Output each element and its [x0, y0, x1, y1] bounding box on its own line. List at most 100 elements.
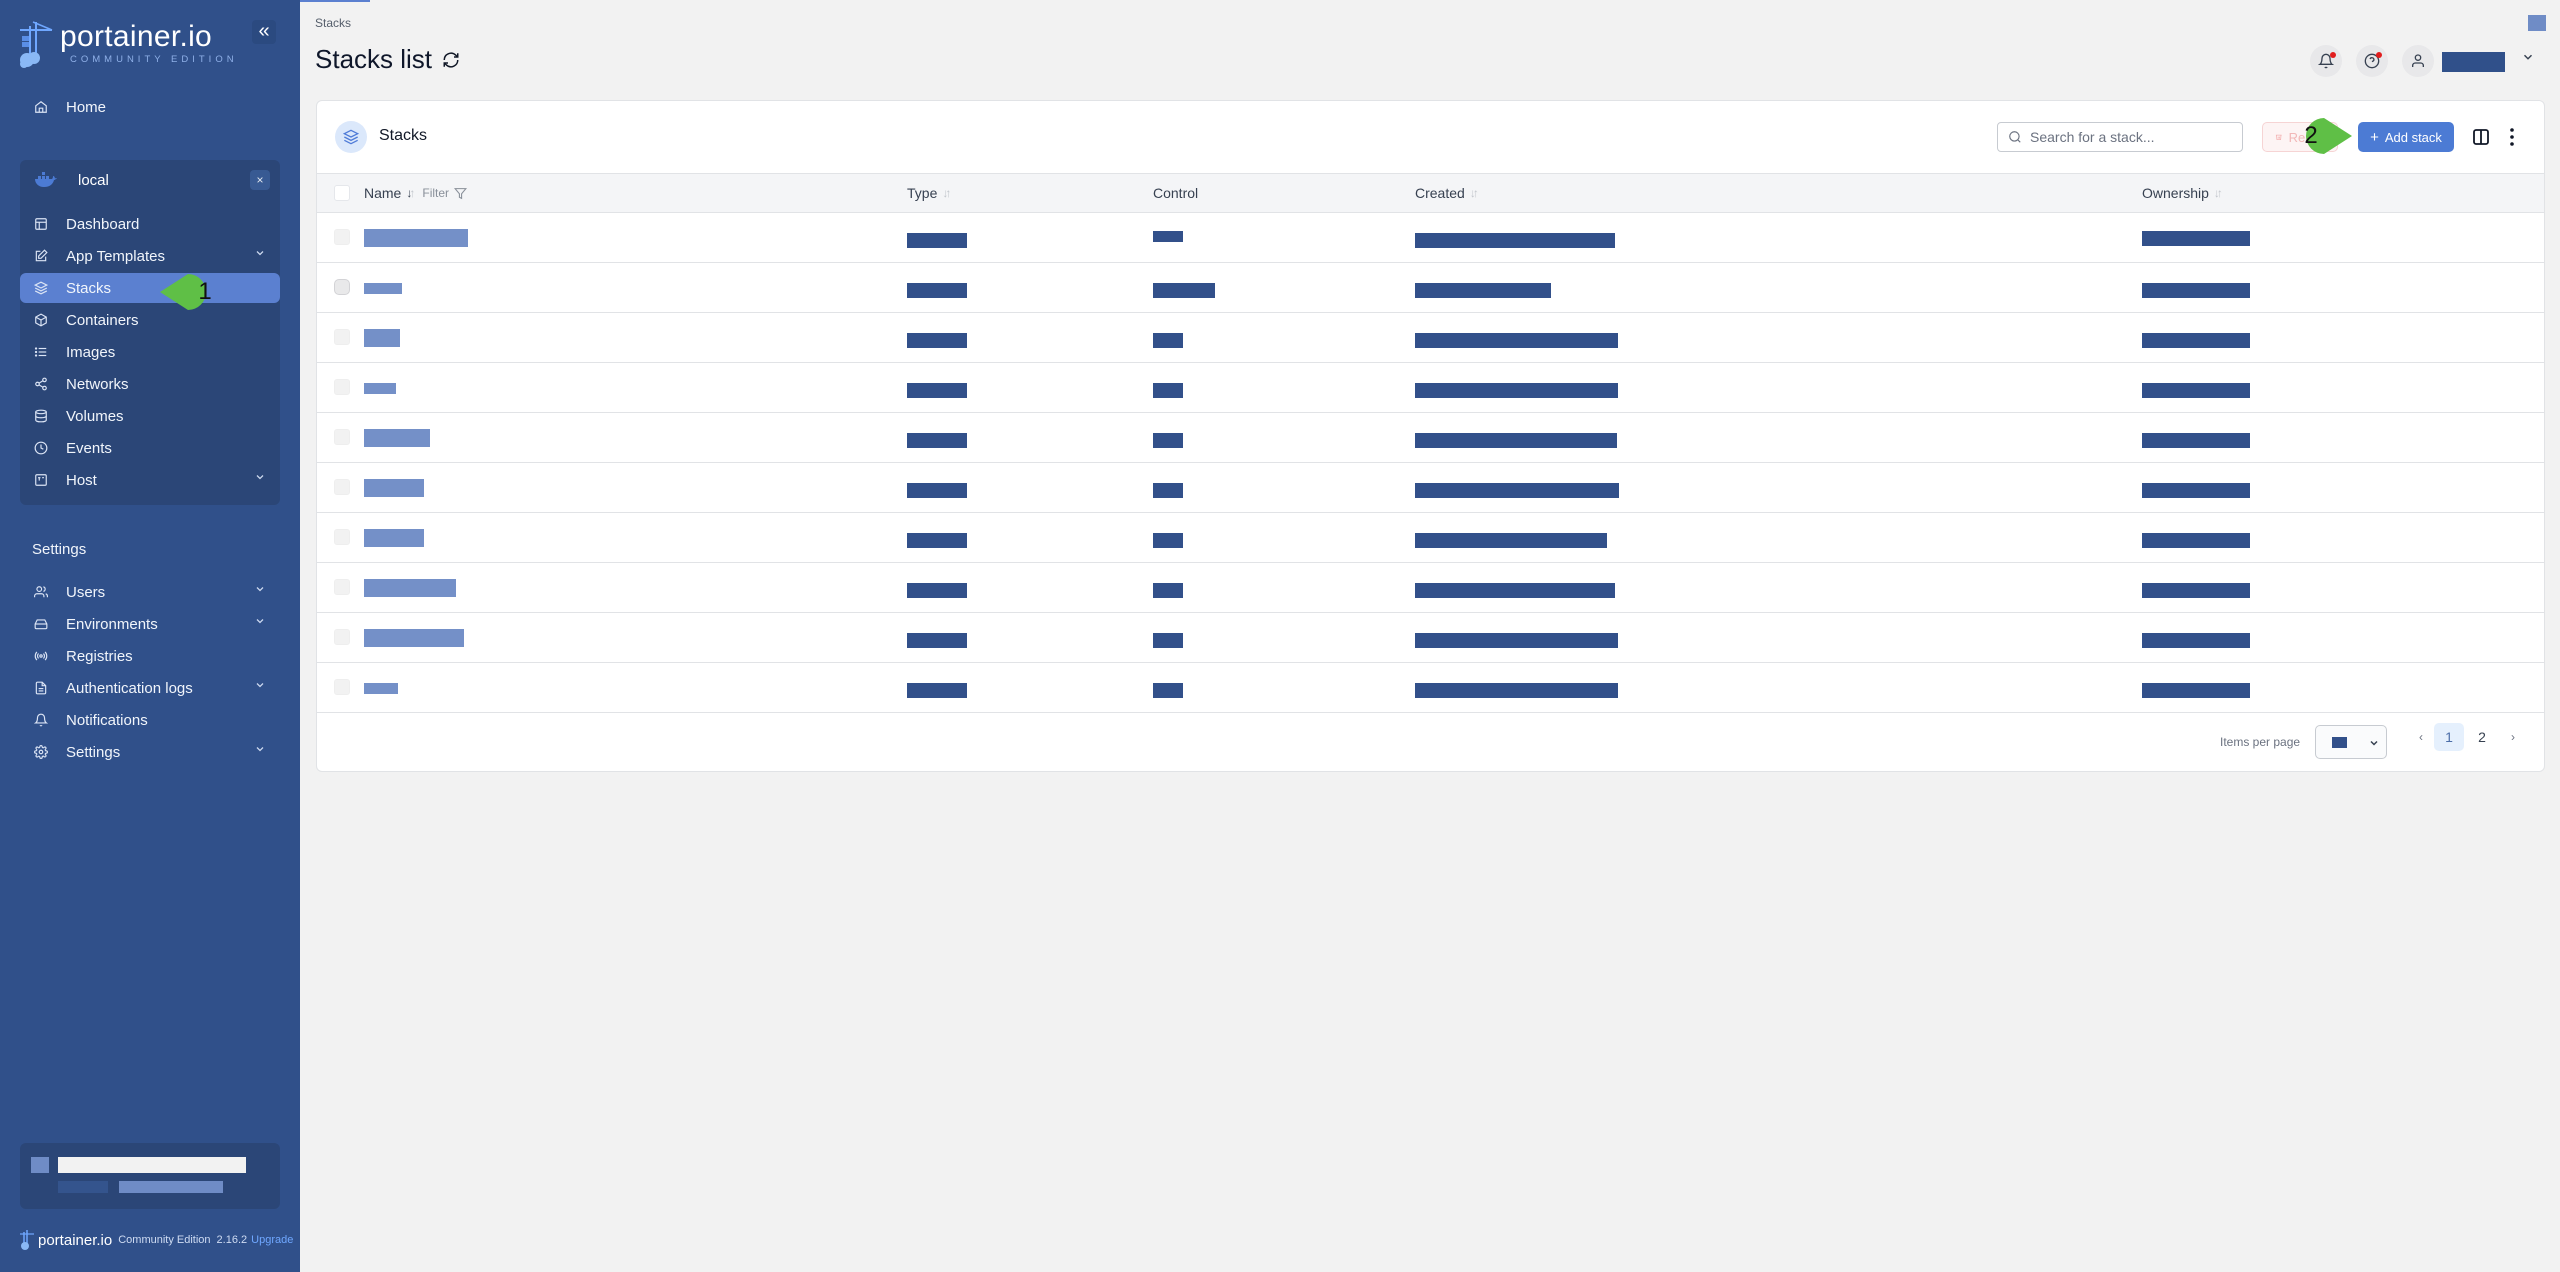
row-checkbox[interactable]: [334, 279, 350, 295]
chevron-down-icon[interactable]: [2521, 50, 2535, 64]
search-box[interactable]: [1997, 122, 2243, 152]
table-row[interactable]: [317, 663, 2544, 713]
add-stack-button[interactable]: + Add stack: [2358, 122, 2454, 152]
sidebar-item-label: Stacks: [66, 279, 112, 297]
sidebar-footer: portainer.io Community Edition 2.16.2 Up…: [20, 1230, 293, 1250]
bell-icon: [32, 711, 50, 729]
users-icon: [32, 583, 50, 601]
search-input[interactable]: [2030, 129, 2230, 145]
table-row[interactable]: [317, 513, 2544, 563]
stack-control-value: [1153, 533, 1183, 548]
help-button[interactable]: [2356, 45, 2388, 77]
sidebar-item-stacks[interactable]: Stacks: [20, 273, 280, 303]
sidebar-item-environments[interactable]: Environments: [20, 609, 280, 639]
stack-name-link[interactable]: [364, 383, 396, 394]
stack-name-link[interactable]: [364, 329, 400, 347]
collapse-sidebar-button[interactable]: «: [252, 20, 276, 44]
table-row[interactable]: [317, 313, 2544, 363]
stack-control-value: [1153, 333, 1183, 348]
column-header-control: Control: [1153, 185, 1199, 201]
table-row[interactable]: [317, 213, 2544, 263]
row-checkbox[interactable]: [334, 379, 350, 395]
pagination-prev[interactable]: ‹: [2413, 723, 2429, 751]
table-row[interactable]: [317, 263, 2544, 313]
sidebar-item-notifications[interactable]: Notifications: [20, 705, 280, 735]
table-row[interactable]: [317, 413, 2544, 463]
sidebar-item-settings[interactable]: Settings: [20, 737, 280, 767]
column-header-name[interactable]: Name ↓↑ Filter: [364, 185, 468, 201]
stack-name-link[interactable]: [364, 683, 398, 694]
sidebar-item-authentication-logs[interactable]: Authentication logs: [20, 673, 280, 703]
table-row[interactable]: [317, 363, 2544, 413]
row-checkbox[interactable]: [334, 479, 350, 495]
refresh-icon[interactable]: [442, 51, 460, 69]
stack-type-value: [907, 433, 967, 448]
row-checkbox[interactable]: [334, 529, 350, 545]
row-checkbox[interactable]: [334, 229, 350, 245]
stack-ownership-value: [2142, 231, 2250, 246]
upgrade-link[interactable]: Upgrade: [251, 1234, 293, 1246]
sidebar-item-networks[interactable]: Networks: [20, 369, 280, 399]
stack-name-link[interactable]: [364, 283, 402, 294]
row-checkbox[interactable]: [334, 679, 350, 695]
stack-name-link[interactable]: [364, 479, 424, 497]
row-checkbox[interactable]: [334, 429, 350, 445]
more-vertical-icon[interactable]: [2507, 126, 2517, 148]
row-checkbox[interactable]: [334, 329, 350, 345]
sidebar-item-label: Images: [66, 343, 116, 361]
stack-name-link[interactable]: [364, 629, 464, 647]
sidebar-item-dashboard[interactable]: Dashboard: [20, 209, 280, 239]
sidebar-item-label: Events: [66, 439, 112, 457]
sidebar-item-events[interactable]: Events: [20, 433, 280, 463]
layers-icon: [335, 121, 367, 153]
columns-icon[interactable]: [2473, 128, 2489, 146]
close-environment-button[interactable]: ×: [250, 170, 270, 190]
sidebar-item-home[interactable]: Home: [20, 92, 280, 122]
table-row[interactable]: [317, 563, 2544, 613]
sidebar-item-label: Settings: [66, 743, 121, 761]
pagination-page-1[interactable]: 1: [2434, 723, 2464, 751]
docker-icon: [35, 172, 57, 187]
stack-name-link[interactable]: [364, 429, 430, 447]
column-header-created[interactable]: Created ↓↑: [1415, 185, 1479, 201]
stack-type-value: [907, 333, 967, 348]
database-icon: [32, 407, 50, 425]
sidebar-item-registries[interactable]: Registries: [20, 641, 280, 671]
row-checkbox[interactable]: [334, 629, 350, 645]
sidebar-item-containers[interactable]: Containers: [20, 305, 280, 335]
sidebar-item-host[interactable]: Host: [20, 465, 280, 495]
edition-tagline: COMMUNITY EDITION: [70, 54, 238, 65]
portainer-crane-icon: [20, 21, 53, 68]
column-header-type[interactable]: Type ↓↑: [907, 185, 951, 201]
pagination-page-2[interactable]: 2: [2467, 723, 2497, 751]
items-per-page-select[interactable]: [2315, 725, 2387, 759]
pagination-next[interactable]: ›: [2505, 723, 2521, 751]
portainer-logo[interactable]: portainer.io COMMUNITY EDITION: [18, 20, 238, 68]
sidebar-item-label: App Templates: [66, 247, 165, 265]
environment-name: local: [78, 171, 109, 189]
notifications-button[interactable]: [2310, 45, 2342, 77]
table-row[interactable]: [317, 613, 2544, 663]
select-all-checkbox[interactable]: [334, 185, 350, 201]
stack-name-link[interactable]: [364, 529, 424, 547]
table-row[interactable]: [317, 463, 2544, 513]
environment-header: local ×: [20, 162, 280, 198]
stack-type-value: [907, 633, 967, 648]
stack-control-value: [1153, 231, 1183, 242]
column-header-ownership[interactable]: Ownership ↓↑: [2142, 185, 2223, 201]
stack-name-link[interactable]: [364, 229, 468, 247]
sidebar-item-label: Authentication logs: [66, 679, 193, 697]
name-filter-button[interactable]: Filter: [422, 186, 468, 200]
sidebar-item-images[interactable]: Images: [20, 337, 280, 367]
user-menu-button[interactable]: [2402, 45, 2434, 77]
stack-type-value: [907, 683, 967, 698]
sidebar-item-users[interactable]: Users: [20, 577, 280, 607]
stack-created-value: [1415, 233, 1615, 248]
stack-created-value: [1415, 583, 1615, 598]
user-icon: [2412, 54, 2424, 67]
sidebar-item-volumes[interactable]: Volumes: [20, 401, 280, 431]
stack-name-link[interactable]: [364, 579, 456, 597]
sidebar-item-app-templates[interactable]: App Templates: [20, 241, 280, 271]
username-redacted[interactable]: [2442, 52, 2505, 72]
row-checkbox[interactable]: [334, 579, 350, 595]
